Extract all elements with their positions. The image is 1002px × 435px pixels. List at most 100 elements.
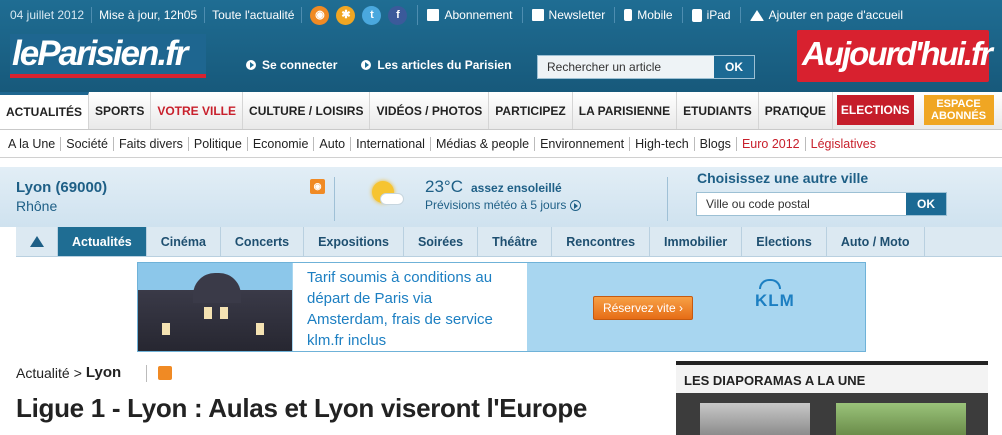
ad-line: Amsterdam, frais de service: [307, 311, 493, 328]
article-search: OK: [537, 55, 755, 79]
nav-etudiants[interactable]: ETUDIANTS: [677, 92, 759, 129]
slideshows-title: LES DIAPORAMAS A LA UNE: [676, 361, 988, 393]
subnav-a-la-une[interactable]: A la Une: [0, 137, 62, 151]
ipad-label: iPad: [706, 8, 731, 22]
subnav-auto[interactable]: Auto: [314, 137, 352, 151]
nav-sports[interactable]: SPORTS: [89, 92, 152, 129]
all-news-link[interactable]: Toute l'actualité: [205, 7, 303, 23]
temperature: 23°C: [425, 177, 463, 196]
rss-icon[interactable]: ◉: [310, 5, 330, 25]
articles-link[interactable]: Les articles du Parisien: [361, 58, 511, 72]
ipad-link[interactable]: iPad: [683, 7, 741, 23]
city-home-tab[interactable]: [16, 227, 58, 256]
nav-videos-photos[interactable]: VIDÉOS / PHOTOS: [370, 92, 490, 129]
breadcrumb-current: Lyon: [85, 364, 122, 381]
home-icon: [29, 236, 44, 247]
tab-elections[interactable]: Elections: [742, 227, 827, 256]
city-name: Lyon (69000): [16, 179, 108, 196]
partly-sunny-icon: [368, 179, 404, 209]
article-search-button[interactable]: OK: [714, 56, 754, 78]
nav-culture-loisirs[interactable]: CULTURE / LOISIRS: [243, 92, 371, 129]
subscriber-area-line1: ESPACE: [936, 98, 981, 110]
tab-concerts[interactable]: Concerts: [221, 227, 305, 256]
network-icon[interactable]: ✱: [336, 5, 356, 25]
newspaper-icon: [427, 9, 440, 21]
article-search-input[interactable]: [538, 56, 716, 78]
header-links: Se connecter Les articles du Parisien: [246, 58, 511, 72]
arrow-circle-icon: [361, 60, 372, 70]
divider: [146, 365, 147, 382]
tab-actualites[interactable]: Actualités: [58, 227, 147, 256]
divider: [667, 177, 668, 221]
city-tabs: Actualités Cinéma Concerts Expositions S…: [16, 227, 1002, 257]
city-rss-icon[interactable]: ◉: [310, 179, 325, 194]
slideshow-carousel[interactable]: [676, 393, 988, 435]
tab-immobilier[interactable]: Immobilier: [650, 227, 743, 256]
ad-line: départ de Paris via: [307, 290, 433, 307]
subscriber-area-button[interactable]: ESPACE ABONNÉS: [923, 95, 994, 125]
arrow-circle-icon: [246, 60, 256, 70]
subnav-societe[interactable]: Société: [61, 137, 114, 151]
slideshow-thumbnail[interactable]: [836, 403, 966, 435]
divider: [334, 177, 335, 221]
city-panel: Lyon (69000) Rhône ◉ 23°C assez ensoleil…: [0, 167, 1002, 227]
rss-icon[interactable]: [158, 366, 172, 380]
newsletter-link[interactable]: Newsletter: [523, 7, 616, 23]
subnav-blogs[interactable]: Blogs: [695, 137, 737, 151]
subnav-high-tech[interactable]: High-tech: [630, 137, 695, 151]
breadcrumb-root[interactable]: Actualité: [16, 365, 70, 381]
ad-line: klm.fr inclus: [307, 332, 387, 349]
home-icon: [749, 9, 764, 21]
top-utility-bar: 04 juillet 2012 Mise à jour, 12h05 Toute…: [0, 0, 1002, 30]
klm-logo: KLM: [755, 291, 795, 310]
ad-line: Tarif soumis à conditions au: [307, 269, 493, 286]
subnav-legislatives[interactable]: Législatives: [806, 137, 881, 151]
homepage-label: Ajouter en page d'accueil: [768, 8, 903, 22]
city-search-input[interactable]: [697, 193, 907, 215]
aujourdhui-logo[interactable]: Aujourd'hui.fr: [797, 30, 993, 82]
facebook-icon[interactable]: f: [388, 5, 408, 25]
twitter-icon[interactable]: t: [362, 5, 382, 25]
tab-auto-moto[interactable]: Auto / Moto: [827, 227, 925, 256]
tab-cinema[interactable]: Cinéma: [147, 227, 221, 256]
subnav-environnement[interactable]: Environnement: [535, 137, 631, 151]
nav-votre-ville[interactable]: VOTRE VILLE: [151, 92, 244, 129]
city-search-button[interactable]: OK: [906, 193, 946, 215]
subnav-medias-people[interactable]: Médias & people: [431, 137, 536, 151]
subnav-faits-divers[interactable]: Faits divers: [114, 137, 189, 151]
breadcrumb-separator: >: [73, 364, 82, 381]
tab-expositions[interactable]: Expositions: [304, 227, 404, 256]
tab-rencontres[interactable]: Rencontres: [552, 227, 651, 256]
mobile-link[interactable]: Mobile: [615, 7, 683, 23]
subscription-link[interactable]: Abonnement: [418, 7, 523, 23]
main-navigation: ACTUALITÉS SPORTS VOTRE VILLE CULTURE / …: [0, 92, 1002, 130]
slideshow-thumbnail[interactable]: [700, 403, 810, 435]
subnav-international[interactable]: International: [351, 137, 431, 151]
le-parisien-logo[interactable]: leParisien.fr: [10, 34, 206, 78]
ad-book-button[interactable]: Réservez vite ›: [593, 296, 693, 320]
city-search: OK: [696, 192, 947, 216]
envelope-icon: [531, 9, 544, 21]
login-link[interactable]: Se connecter: [246, 58, 337, 72]
site-header: 04 juillet 2012 Mise à jour, 12h05 Toute…: [0, 0, 1002, 92]
amsterdam-house-image: [138, 263, 292, 351]
tab-soirees[interactable]: Soirées: [404, 227, 479, 256]
nav-pratique[interactable]: PRATIQUE: [759, 92, 833, 129]
tab-theatre[interactable]: Théâtre: [478, 227, 553, 256]
forecast-link[interactable]: Prévisions météo à 5 jours: [425, 198, 582, 212]
city-region: Rhône: [16, 198, 58, 214]
update-time: Mise à jour, 12h05: [92, 7, 206, 23]
subscriber-area-line2: ABONNÉS: [931, 110, 987, 122]
subnav-euro-2012[interactable]: Euro 2012: [737, 137, 806, 151]
nav-la-parisienne[interactable]: LA PARISIENNE: [573, 92, 678, 129]
elections-button[interactable]: ELECTIONS: [836, 95, 914, 125]
ad-copy: Tarif soumis à conditions au départ de P…: [293, 263, 527, 351]
nav-participez[interactable]: PARTICIPEZ: [489, 92, 573, 129]
articles-label: Les articles du Parisien: [377, 58, 512, 72]
homepage-link[interactable]: Ajouter en page d'accueil: [741, 7, 912, 23]
subnav-economie[interactable]: Economie: [248, 137, 315, 151]
klm-ad-banner[interactable]: Tarif soumis à conditions au départ de P…: [137, 262, 866, 352]
phone-icon: [624, 9, 633, 21]
subnav-politique[interactable]: Politique: [189, 137, 248, 151]
nav-actualites[interactable]: ACTUALITÉS: [0, 92, 89, 129]
